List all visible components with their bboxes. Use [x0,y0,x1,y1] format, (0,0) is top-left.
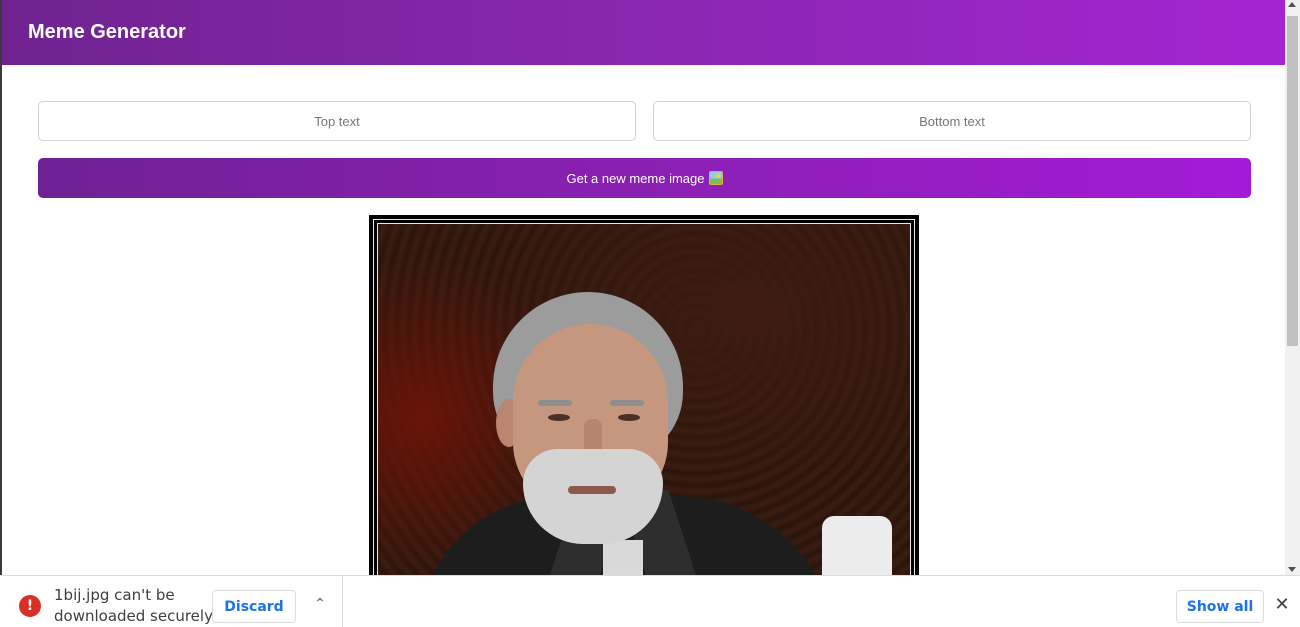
framed-picture-icon [708,171,723,185]
error-icon: ! [19,595,41,617]
page-viewport: Meme Generator Get a new meme image [0,0,1285,575]
vertical-scrollbar[interactable] [1285,0,1300,575]
get-new-meme-button[interactable]: Get a new meme image [38,158,1251,198]
meme-image [377,223,911,575]
discard-button[interactable]: Discard [212,590,296,623]
scroll-thumb[interactable] [1287,16,1298,346]
bottom-text-input[interactable] [653,101,1251,141]
scroll-up-arrow-icon[interactable] [1288,2,1296,7]
meme-form: Get a new meme image [2,65,1285,198]
text-inputs-row [38,101,1251,141]
download-bar: ! 1bij.jpg can't be downloaded securely … [0,575,1300,627]
top-text-input[interactable] [38,101,636,141]
meme-image-frame [369,215,919,575]
scroll-down-arrow-icon[interactable] [1288,567,1296,572]
close-icon[interactable]: ✕ [1272,595,1292,615]
app-title: Meme Generator [28,21,186,43]
download-item[interactable]: ! 1bij.jpg can't be downloaded securely … [0,576,343,627]
get-new-meme-label: Get a new meme image [566,170,705,186]
chevron-up-icon[interactable]: ⌃ [312,596,328,612]
chair-shape [822,516,892,575]
show-all-button[interactable]: Show all [1176,590,1264,623]
download-message: 1bij.jpg can't be downloaded securely [54,586,213,625]
app-header: Meme Generator [2,0,1285,65]
